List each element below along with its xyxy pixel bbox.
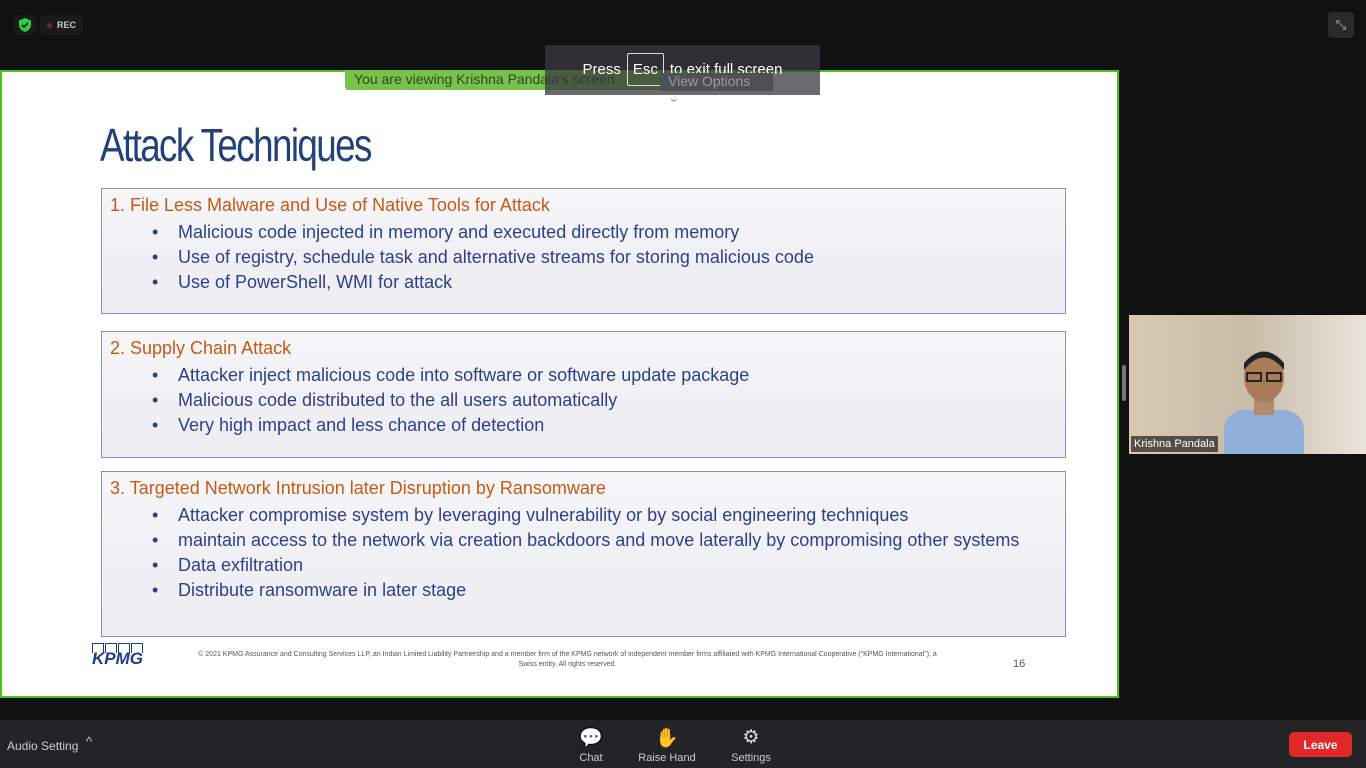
hand-icon: ✋ bbox=[655, 728, 679, 749]
bullet: Malicious code distributed to the all us… bbox=[110, 388, 1057, 413]
bullet: Malicious code injected in memory and ex… bbox=[110, 220, 1057, 245]
section-box: 3. Targeted Network Intrusion later Disr… bbox=[101, 471, 1066, 637]
raise-hand-button[interactable]: ✋ Raise Hand bbox=[632, 726, 702, 764]
settings-button[interactable]: ⚙ Settings bbox=[716, 726, 786, 764]
section-heading: 1. File Less Malware and Use of Native T… bbox=[110, 195, 550, 215]
meeting-status: REC bbox=[14, 15, 84, 35]
bullet: Data exfiltration bbox=[110, 553, 1057, 578]
participant-name: Krishna Pandala bbox=[1131, 436, 1218, 452]
bullet: Attacker compromise system by leveraging… bbox=[110, 503, 1057, 528]
meeting-toolbar: Audio Setting ^ 💬 Chat ✋ Raise Hand ⚙ Setti… bbox=[0, 720, 1366, 768]
recording-badge[interactable]: REC bbox=[40, 15, 84, 35]
panel-resize-handle[interactable] bbox=[1122, 365, 1126, 401]
view-options-button[interactable]: View Options ⌄ bbox=[660, 73, 773, 105]
bullet: Use of PowerShell, WMI for attack bbox=[110, 270, 1057, 295]
exit-fullscreen-icon[interactable]: ⤡ bbox=[1328, 12, 1354, 38]
participant-video[interactable]: Krishna Pandala bbox=[1129, 315, 1366, 454]
bullet: Use of registry, schedule task and alter… bbox=[110, 245, 1057, 270]
record-dot-icon bbox=[47, 22, 52, 28]
leave-button[interactable]: Leave bbox=[1289, 732, 1352, 757]
chat-icon: 💬 bbox=[579, 728, 603, 749]
section-heading: 2. Supply Chain Attack bbox=[110, 338, 292, 358]
chevron-up-icon[interactable]: ^ bbox=[86, 734, 92, 749]
section-heading: 3. Targeted Network Intrusion later Disr… bbox=[110, 478, 606, 498]
bullet: Very high impact and less chance of dete… bbox=[110, 413, 1057, 438]
copyright-text: © 2021 KPMG Assurance and Consulting Ser… bbox=[198, 651, 937, 668]
section-box: 1. File Less Malware and Use of Native T… bbox=[101, 188, 1066, 314]
chat-button[interactable]: 💬 Chat bbox=[556, 726, 626, 764]
page-number: 16 bbox=[1013, 658, 1026, 670]
section-box: 2. Supply Chain Attack Attacker inject m… bbox=[101, 331, 1066, 458]
participant-avatar bbox=[1224, 351, 1304, 454]
bullet: Attacker inject malicious code into soft… bbox=[110, 363, 1057, 388]
gear-icon: ⚙ bbox=[742, 727, 760, 748]
kpmg-logo: KPMG bbox=[92, 643, 143, 669]
slide-title: Attack Techniques bbox=[100, 119, 372, 171]
shield-icon[interactable] bbox=[14, 15, 36, 35]
bullet: maintain access to the network via creat… bbox=[110, 528, 1057, 553]
bullet: Distribute ransomware in later stage bbox=[110, 578, 1057, 603]
audio-setting-button[interactable]: Audio Setting bbox=[7, 739, 78, 753]
